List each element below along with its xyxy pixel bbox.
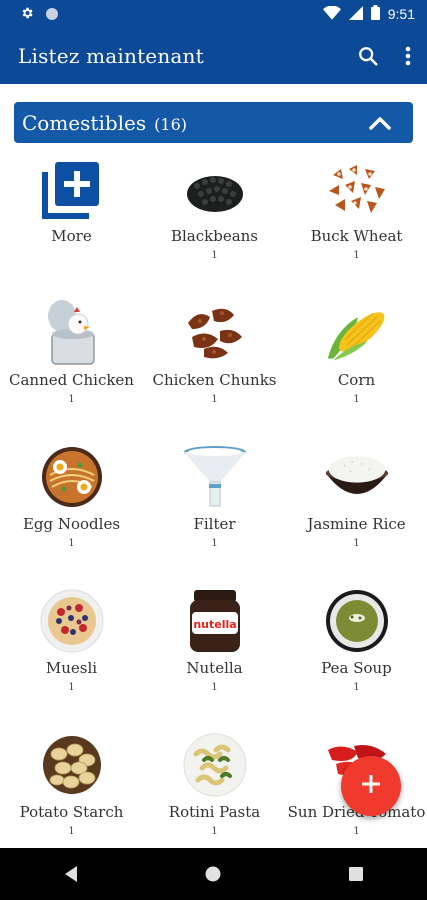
item-quantity: 1 — [211, 538, 218, 549]
circle-icon — [46, 8, 58, 20]
add-button[interactable] — [341, 756, 401, 816]
item-quantity: 1 — [353, 250, 360, 261]
chevron-up-icon[interactable] — [369, 116, 413, 130]
corn-image — [324, 300, 390, 366]
grid-item-buck-wheat[interactable]: Buck Wheat 1 — [286, 150, 427, 294]
grid-item-corn[interactable]: Corn 1 — [286, 294, 427, 438]
blackbeans-image — [182, 156, 248, 222]
back-icon[interactable] — [51, 854, 91, 894]
item-quantity: 1 — [68, 394, 75, 405]
category-count: (16) — [154, 114, 187, 134]
grid-item-filter[interactable]: Filter 1 — [143, 438, 286, 582]
item-quantity: 1 — [353, 826, 360, 837]
grid-item-jasmine-rice[interactable]: Jasmine Rice 1 — [286, 438, 427, 582]
item-quantity: 1 — [353, 682, 360, 693]
nutella-label: nutella — [193, 618, 236, 631]
app-title: Listez maintenant — [18, 44, 204, 68]
category-header[interactable]: Comestibles (16) — [14, 102, 413, 143]
item-name: Rotini Pasta — [168, 803, 261, 821]
item-quantity: 1 — [211, 394, 218, 405]
grid-item-egg-noodles[interactable]: Egg Noodles 1 — [0, 438, 143, 582]
item-name: Buck Wheat — [310, 227, 403, 245]
item-name: Potato Starch — [19, 803, 124, 821]
egg-noodles-image — [39, 444, 105, 510]
item-quantity: 1 — [211, 826, 218, 837]
item-quantity: 1 — [68, 682, 75, 693]
grid-item-canned-chicken[interactable]: Canned Chicken 1 — [0, 294, 143, 438]
rotini-pasta-image — [182, 732, 248, 798]
item-name: Muesli — [45, 659, 98, 677]
item-name: Jasmine Rice — [307, 515, 406, 533]
more-vert-icon[interactable] — [405, 46, 411, 66]
status-time: 9:51 — [387, 6, 415, 22]
status-bar: 9:51 — [0, 0, 427, 28]
search-icon[interactable] — [357, 45, 379, 67]
item-quantity: 1 — [353, 538, 360, 549]
pea-soup-image — [324, 588, 390, 654]
potato-starch-image — [39, 732, 105, 798]
grid-item-muesli[interactable]: Muesli 1 — [0, 582, 143, 726]
grid-item-chicken-chunks[interactable]: Chicken Chunks 1 — [143, 294, 286, 438]
item-quantity: 1 — [68, 826, 75, 837]
item-quantity: 1 — [211, 682, 218, 693]
category-label: Comestibles — [22, 110, 147, 135]
item-quantity: 1 — [211, 250, 218, 261]
home-icon[interactable] — [193, 854, 233, 894]
item-quantity: 1 — [68, 538, 75, 549]
plus-icon — [361, 774, 381, 798]
grid-item-pea-soup[interactable]: Pea Soup 1 — [286, 582, 427, 726]
recents-icon[interactable] — [336, 854, 376, 894]
item-name: Blackbeans — [170, 227, 259, 245]
wifi-icon — [322, 5, 341, 23]
item-name: Canned Chicken — [9, 371, 134, 389]
item-name: Filter — [193, 515, 236, 533]
nutella-image: nutella — [182, 588, 248, 654]
signal-icon — [348, 5, 363, 23]
battery-icon — [370, 5, 380, 23]
item-name: Corn — [337, 371, 376, 389]
gear-icon — [20, 6, 34, 23]
chicken-chunks-image — [182, 300, 248, 366]
jasmine-rice-image — [324, 444, 390, 510]
filter-image — [182, 444, 248, 510]
canned-chicken-image — [39, 300, 105, 366]
grid-item-blackbeans[interactable]: Blackbeans 1 — [143, 150, 286, 294]
muesli-image — [39, 588, 105, 654]
grid-item-more[interactable]: More — [0, 150, 143, 294]
item-name: Chicken Chunks — [152, 371, 277, 389]
item-quantity: 1 — [353, 394, 360, 405]
item-name: More — [51, 227, 92, 245]
system-nav-bar — [0, 848, 427, 900]
grid-item-nutella[interactable]: nutella Nutella 1 — [143, 582, 286, 726]
item-name: Pea Soup — [321, 659, 392, 677]
add-box-icon — [39, 156, 105, 222]
buckwheat-image — [324, 156, 390, 222]
item-name: Egg Noodles — [22, 515, 121, 533]
item-name: Nutella — [186, 659, 243, 677]
app-bar: Listez maintenant — [0, 28, 427, 84]
